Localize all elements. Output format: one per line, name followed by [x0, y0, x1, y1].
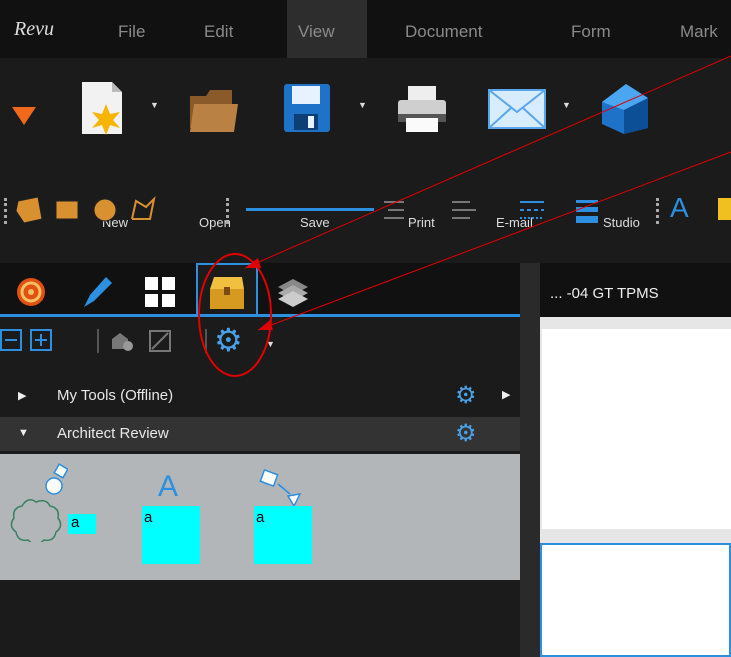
annotation-circle — [198, 253, 272, 377]
annotation-arrow-2 — [257, 151, 731, 331]
annotation-overlay — [198, 55, 731, 377]
annotation-arrowhead-1 — [245, 258, 261, 268]
annotation-arrow-1 — [244, 55, 731, 269]
